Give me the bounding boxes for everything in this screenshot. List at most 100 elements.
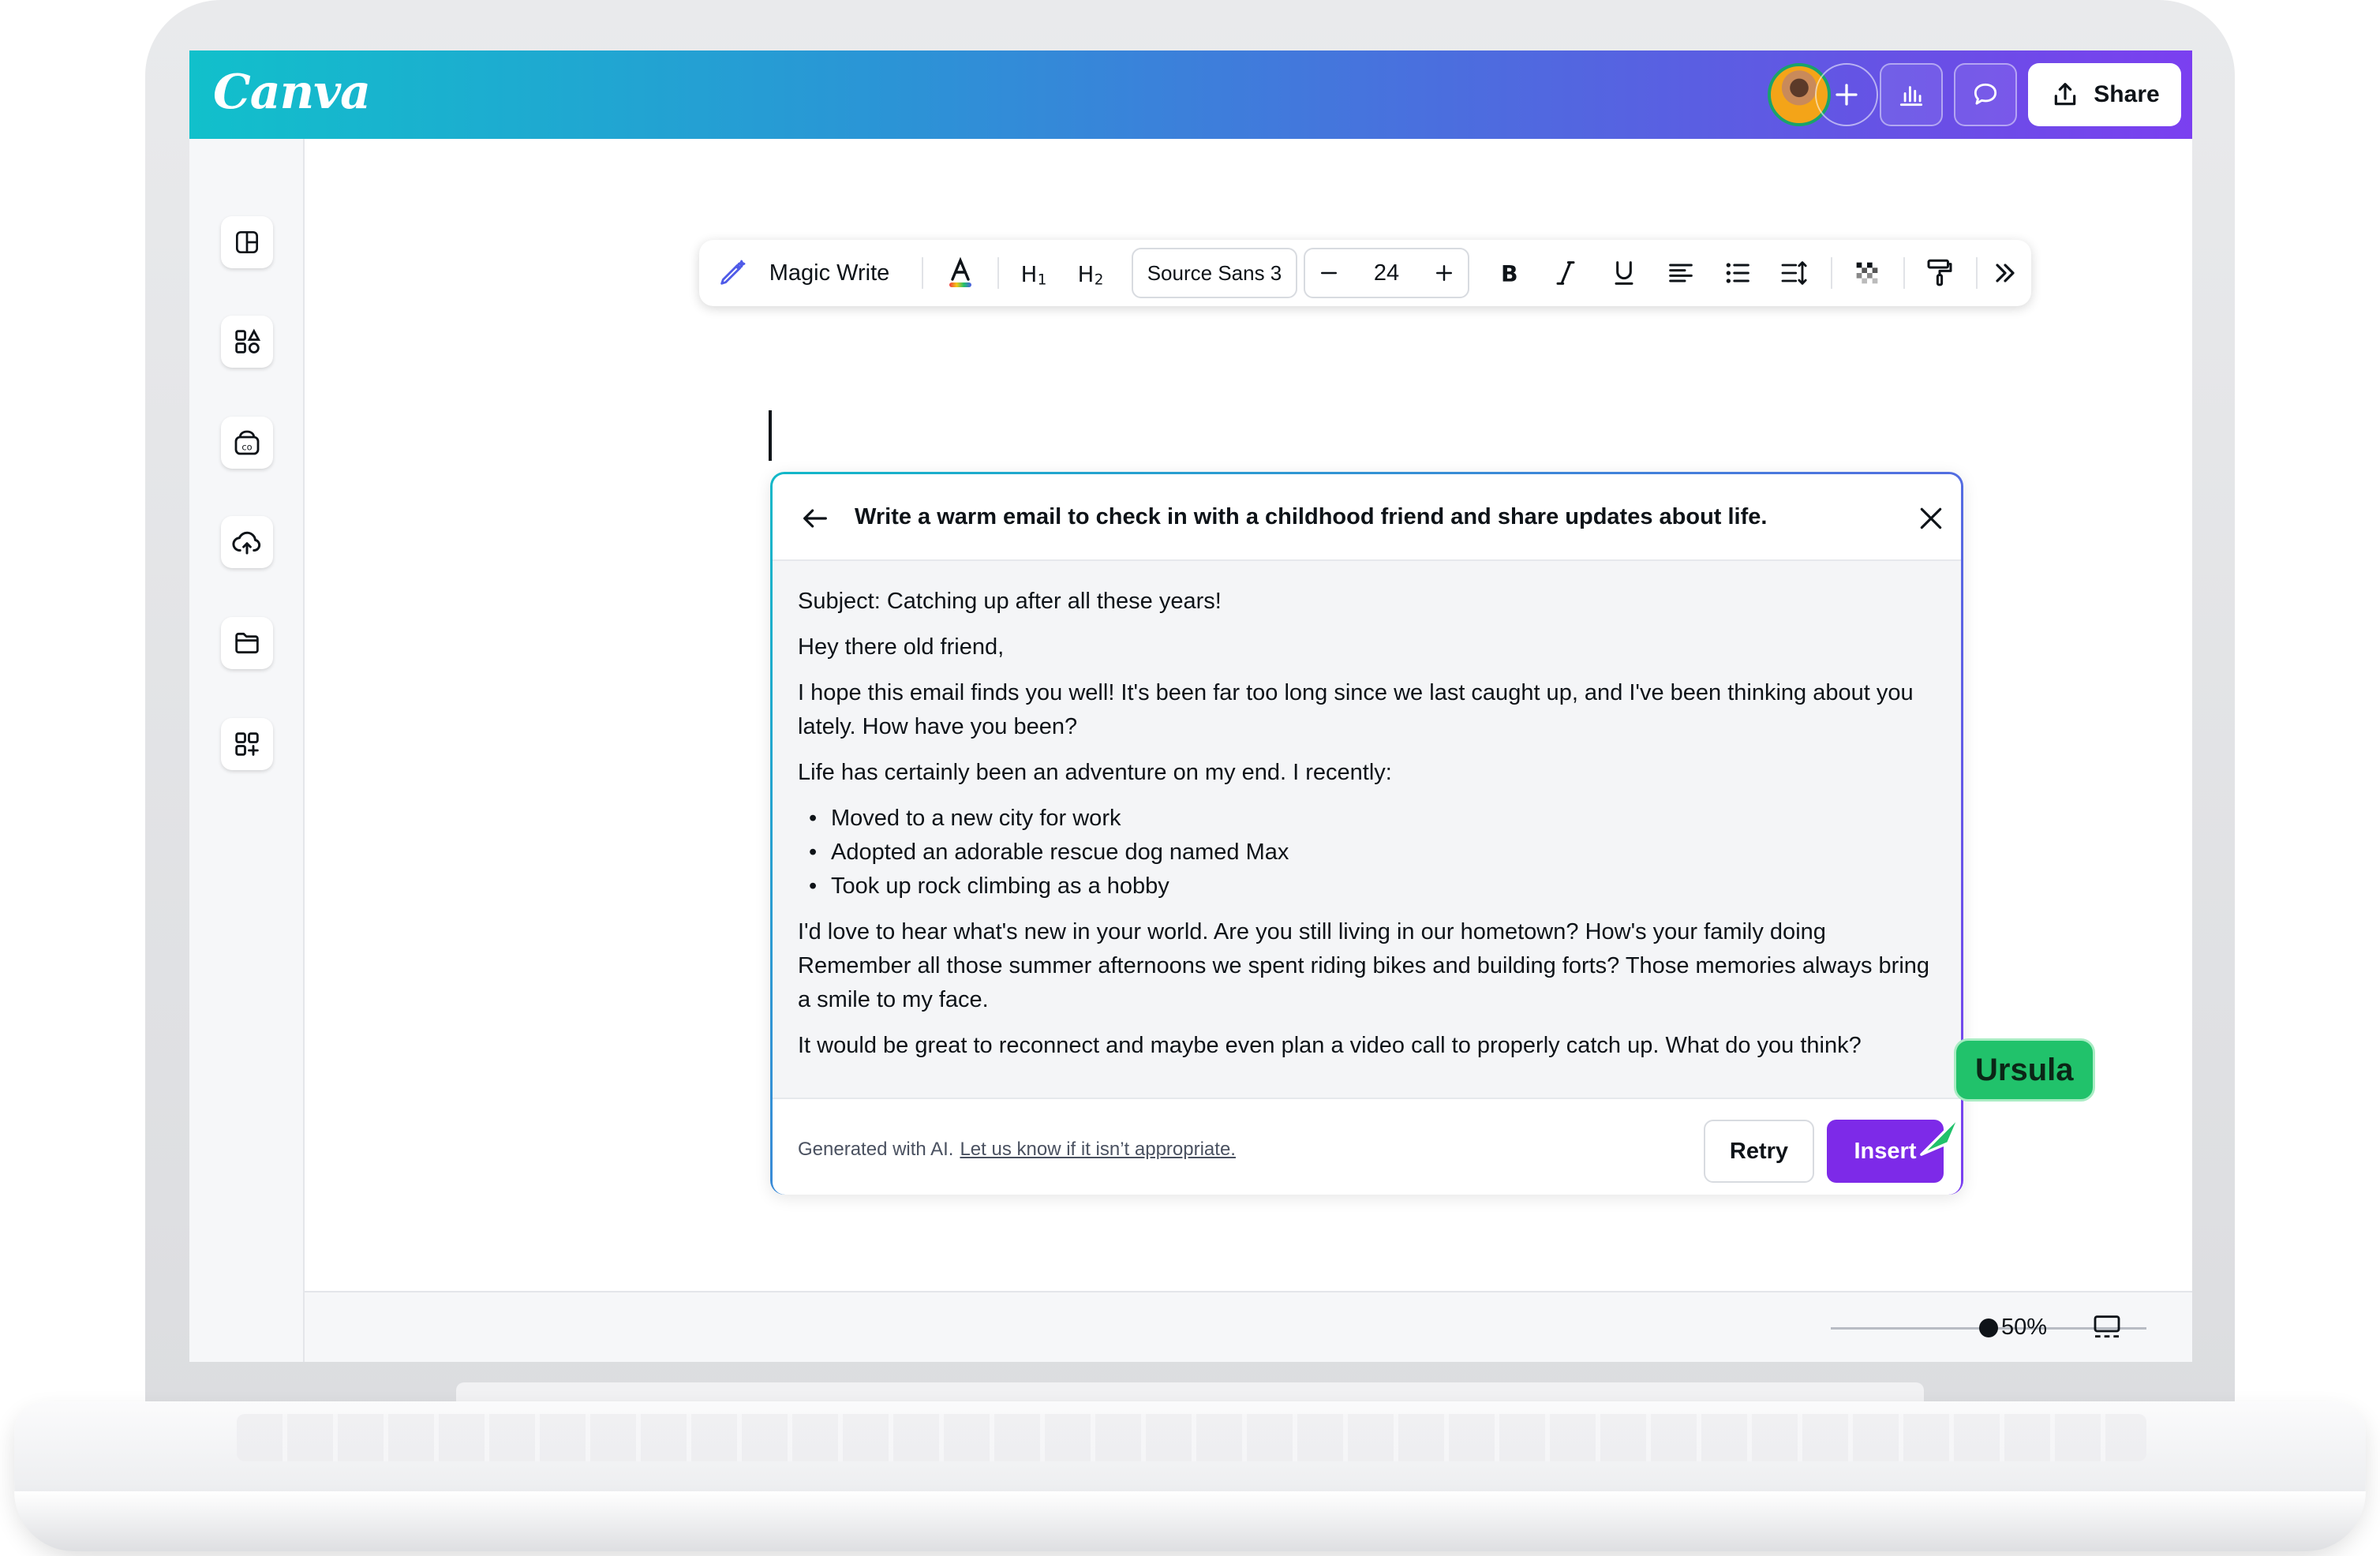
panel-header: Write a warm email to check in with a ch…	[773, 474, 1961, 561]
text-color-button[interactable]	[936, 240, 985, 306]
collaborator-cursor-icon	[1920, 1115, 1961, 1156]
insights-button[interactable]	[1880, 63, 1943, 126]
magic-write-panel: Write a warm email to check in with a ch…	[770, 472, 1963, 1195]
svg-text:1: 1	[1038, 272, 1047, 289]
align-left-icon	[1669, 264, 1693, 282]
app-screen: Canva Share co Magic Write H 1 H 2 Sourc…	[189, 50, 2192, 1362]
plus-icon	[1836, 84, 1858, 106]
heading-2-icon: H2	[1078, 262, 1104, 289]
zoom-slider-handle[interactable]	[1979, 1318, 1998, 1337]
toolbar-divider	[1903, 257, 1905, 289]
close-button[interactable]	[1915, 503, 1947, 538]
prompt-text: Write a warm email to check in with a ch…	[855, 504, 1768, 529]
font-family-select[interactable]: Source Sans 3	[1132, 248, 1297, 298]
arrow-left-icon	[803, 509, 827, 528]
laptop-keyboard	[237, 1414, 2146, 1461]
email-paragraph: I hope this email finds you well! It's b…	[798, 680, 1914, 739]
minus-icon	[1321, 271, 1337, 275]
sidebar-item-apps[interactable]	[221, 718, 273, 770]
folder-icon	[235, 632, 259, 654]
email-greeting: Hey there old friend,	[798, 634, 1005, 660]
font-size-decrease-button[interactable]	[1305, 249, 1353, 297]
bottom-bar: 50%	[305, 1291, 2192, 1362]
upload-cloud-icon	[232, 531, 261, 555]
bar-chart-icon	[1899, 86, 1923, 107]
editor-canvas[interactable]: Magic Write H1 H2 Source Sans 3 24 B Wri…	[305, 139, 2192, 1291]
sidebar-item-uploads[interactable]	[221, 516, 273, 568]
line-spacing-icon	[1781, 261, 1807, 285]
magic-write-button[interactable]: Magic Write	[762, 240, 896, 306]
sidebar-item-design[interactable]	[221, 216, 273, 268]
bullet-list-icon	[1726, 263, 1749, 283]
heading-2-button[interactable]: H2	[1068, 240, 1116, 306]
sidebar-item-elements[interactable]	[221, 316, 273, 368]
heading-1-button[interactable]: H1	[1012, 240, 1059, 306]
plus-icon	[1436, 265, 1452, 281]
toolbar-divider	[1976, 257, 1978, 289]
paint-roller-icon	[1927, 259, 1952, 286]
feedback-link[interactable]: Let us know if it isn’t appropriate.	[960, 1139, 1236, 1160]
add-collaborator-button[interactable]	[1815, 63, 1878, 126]
svg-text:B: B	[1501, 261, 1518, 287]
retry-button[interactable]: Retry	[1704, 1120, 1814, 1183]
copy-style-button[interactable]	[1916, 240, 1963, 306]
email-paragraph: It would be great to reconnect and maybe…	[798, 1033, 1862, 1058]
toolbar-divider	[997, 257, 999, 289]
apps-icon	[235, 732, 259, 756]
bold-icon: B	[1501, 261, 1518, 287]
list-item: Moved to a new city for work	[798, 802, 1936, 836]
svg-text:H: H	[1078, 262, 1095, 287]
magic-pen-icon	[720, 260, 746, 285]
list-item: Took up rock climbing as a hobby	[798, 870, 1936, 903]
share-label: Share	[2094, 81, 2160, 107]
ai-disclaimer: Generated with AI. Let us know if it isn’…	[798, 1139, 1236, 1161]
email-subject: Subject: Catching up after all these yea…	[798, 589, 1222, 614]
bold-button[interactable]: B	[1485, 240, 1532, 306]
page-grid-icon[interactable]	[2091, 1311, 2123, 1343]
svg-text:2: 2	[1095, 272, 1104, 289]
underline-button[interactable]	[1600, 240, 1648, 306]
align-button[interactable]	[1657, 240, 1705, 306]
more-tools-button[interactable]	[1982, 240, 2028, 306]
sidebar-item-brand[interactable]: co	[221, 417, 273, 469]
toolbar-divider	[922, 257, 923, 289]
brand-icon: co	[234, 430, 260, 455]
zoom-level[interactable]: 50%	[2001, 1315, 2047, 1341]
laptop-base-lip	[14, 1491, 2366, 1551]
list-item: Adopted an adorable rescue dog named Max	[798, 836, 1936, 870]
back-button[interactable]	[799, 503, 831, 538]
font-size-increase-button[interactable]	[1420, 249, 1468, 297]
font-size-control: 24	[1304, 248, 1469, 298]
magic-write-icon-wrap[interactable]	[713, 240, 751, 306]
sidebar-item-projects[interactable]	[221, 617, 273, 669]
list-button[interactable]	[1714, 240, 1761, 306]
panel-footer: Generated with AI. Let us know if it isn’…	[773, 1098, 1961, 1195]
more-chevrons-icon	[1996, 264, 2015, 282]
collaborator-name-tag: Ursula	[1954, 1038, 2095, 1102]
text-color-icon	[949, 256, 971, 287]
email-bullet-list: Moved to a new city for work Adopted an …	[798, 802, 1936, 903]
layout-icon	[235, 230, 259, 254]
spacing-button[interactable]	[1771, 240, 1818, 306]
comment-button[interactable]	[1954, 63, 2017, 126]
upload-icon	[2055, 83, 2076, 106]
svg-text:H: H	[1021, 262, 1038, 287]
generated-text: Subject: Catching up after all these yea…	[773, 561, 1961, 1098]
heading-1-icon: H1	[1021, 262, 1047, 289]
italic-button[interactable]	[1542, 240, 1589, 306]
email-paragraph: I'd love to hear what's new in your worl…	[798, 919, 1930, 1012]
close-icon	[1920, 507, 1942, 529]
transparency-icon	[1856, 262, 1878, 284]
speech-bubble-icon	[1974, 83, 1997, 105]
font-size-value[interactable]: 24	[1353, 249, 1420, 297]
left-sidebar: co	[189, 139, 305, 1362]
email-paragraph: Life has certainly been an adventure on …	[798, 760, 1392, 785]
top-header: Canva Share	[189, 50, 2192, 139]
text-toolbar: Magic Write H1 H2 Source Sans 3 24 B	[699, 240, 2031, 306]
underline-icon	[1615, 261, 1633, 285]
share-button[interactable]: Share	[2028, 63, 2181, 126]
text-cursor	[769, 410, 772, 461]
ai-disclaimer-text: Generated with AI.	[798, 1139, 954, 1160]
transparency-button[interactable]	[1843, 240, 1891, 306]
canva-logo[interactable]: Canva	[213, 65, 371, 120]
